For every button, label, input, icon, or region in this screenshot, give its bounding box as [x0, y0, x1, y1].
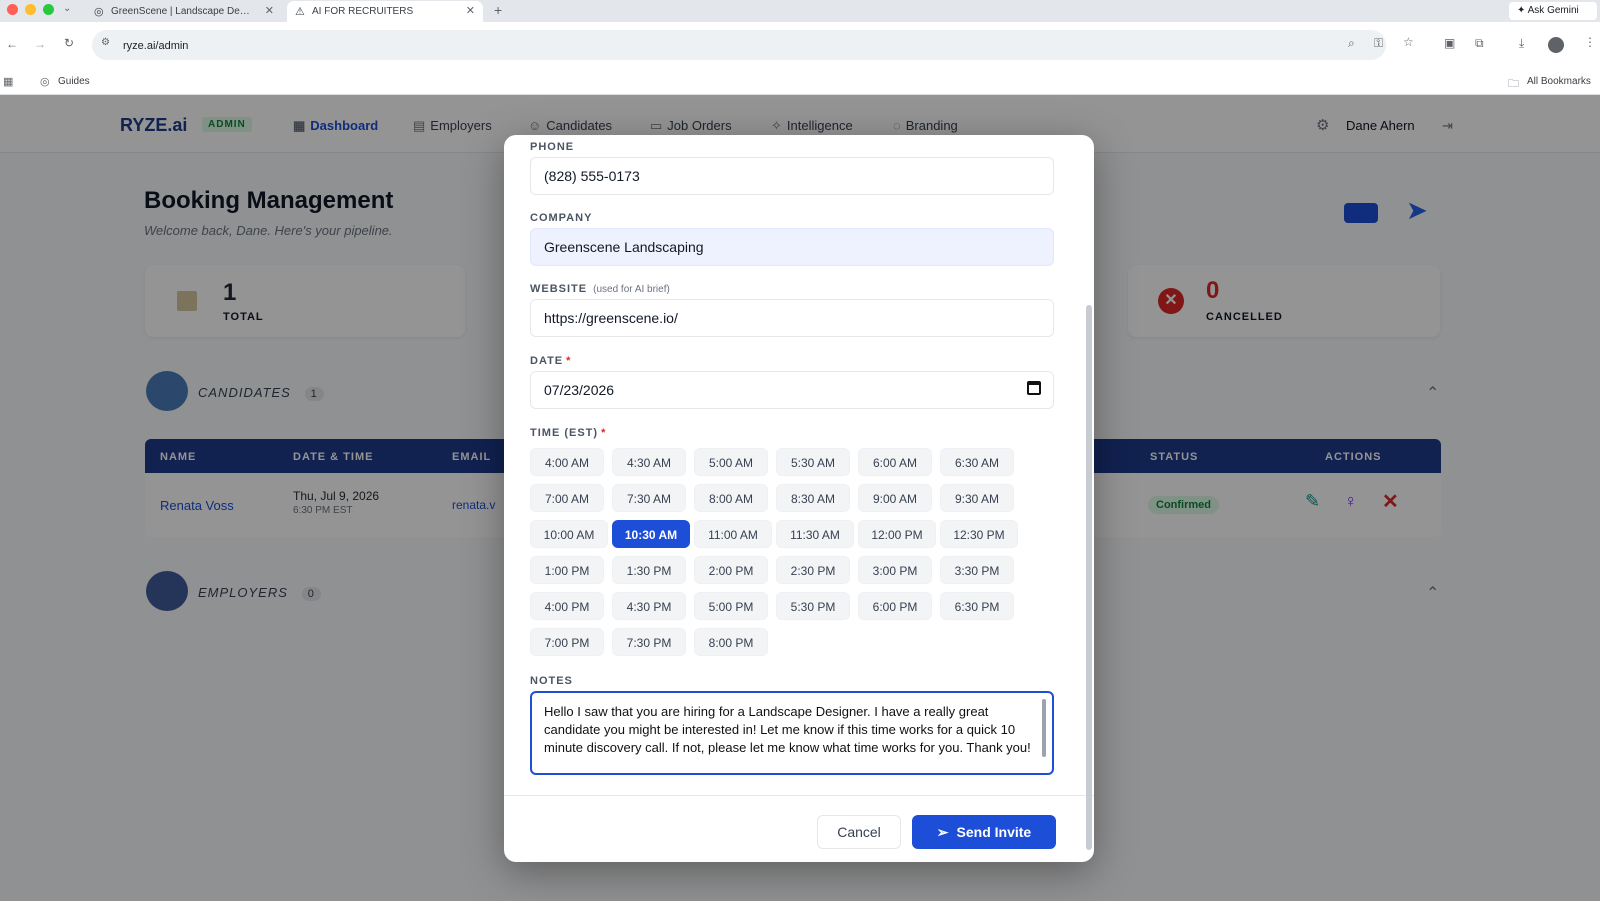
time-slot[interactable]: 9:00 AM [858, 484, 932, 512]
phone-label: PHONE [530, 141, 575, 153]
time-slot[interactable]: 1:30 PM [612, 556, 686, 584]
browser-tab-bar: ⌄ ◎ GreenScene | Landscape De… ✕ ⚠ AI FO… [0, 0, 1600, 22]
time-slot[interactable]: 2:30 PM [776, 556, 850, 584]
modal-scrollbar[interactable] [1086, 305, 1092, 850]
puzzle-extensions-icon[interactable]: ⧉ [1475, 36, 1484, 51]
required-marker: * [566, 355, 572, 367]
company-label: COMPANY [530, 212, 593, 224]
bookmark-star-icon[interactable]: ☆ [1403, 35, 1414, 49]
time-slot-selected[interactable]: 10:30 AM [612, 520, 690, 548]
time-label: TIME (EST) * [530, 427, 606, 439]
date-value: 07/23/2026 [544, 382, 615, 398]
time-slot[interactable]: 4:30 AM [612, 448, 686, 476]
tab-title: AI FOR RECRUITERS [312, 6, 414, 17]
time-slot[interactable]: 8:30 AM [776, 484, 850, 512]
website-hint: (used for AI brief) [593, 284, 670, 295]
time-slot[interactable]: 5:00 PM [694, 592, 768, 620]
calendar-icon[interactable] [1027, 381, 1041, 395]
time-slot[interactable]: 8:00 PM [694, 628, 768, 656]
time-slot[interactable]: 5:30 AM [776, 448, 850, 476]
website-label: WEBSITE (used for AI brief) [530, 283, 670, 295]
site-info-icon[interactable]: ⚙ [101, 37, 110, 48]
time-slot[interactable]: 5:30 PM [776, 592, 850, 620]
close-window-icon[interactable] [7, 4, 18, 15]
time-slot[interactable]: 12:00 PM [858, 520, 936, 548]
ask-gemini-label: Ask Gemini [1527, 5, 1579, 16]
send-invite-label: Send Invite [956, 824, 1032, 840]
time-slot[interactable]: 7:30 AM [612, 484, 686, 512]
ask-gemini-button[interactable]: ✦ Ask Gemini [1509, 2, 1597, 20]
close-tab-icon[interactable]: ✕ [265, 4, 274, 17]
password-key-icon[interactable]: ⚿ [1374, 36, 1383, 51]
forward-icon[interactable]: → [34, 37, 46, 51]
back-icon[interactable]: ← [6, 37, 18, 51]
time-slot[interactable]: 11:30 AM [776, 520, 854, 548]
time-slot[interactable]: 3:30 PM [940, 556, 1014, 584]
download-icon[interactable]: ⤓ [1519, 36, 1524, 51]
time-slot[interactable]: 5:00 AM [694, 448, 768, 476]
maximize-window-icon[interactable] [43, 4, 54, 15]
time-slot[interactable]: 3:00 PM [858, 556, 932, 584]
time-slot[interactable]: 4:30 PM [612, 592, 686, 620]
warning-icon: ⚠ [295, 6, 305, 18]
time-slot[interactable]: 6:00 PM [858, 592, 932, 620]
time-slot[interactable]: 6:30 PM [940, 592, 1014, 620]
tab-title: GreenScene | Landscape De… [111, 6, 250, 17]
time-slot[interactable]: 7:00 PM [530, 628, 604, 656]
cancel-button[interactable]: Cancel [817, 815, 901, 849]
profile-avatar[interactable] [1548, 37, 1564, 53]
tab-list-chevron-icon[interactable]: ⌄ [63, 3, 71, 14]
folder-icon: 🗀 [1508, 78, 1519, 90]
time-slot[interactable]: 6:30 AM [940, 448, 1014, 476]
notes-label: NOTES [530, 675, 573, 687]
time-slot[interactable]: 2:00 PM [694, 556, 768, 584]
new-tab-icon[interactable]: + [494, 2, 502, 18]
send-invite-modal: PHONE (828) 555-0173 COMPANY Greenscene … [504, 135, 1094, 862]
reload-icon[interactable]: ↻ [64, 36, 74, 50]
modal-footer-divider [504, 795, 1094, 796]
time-slot[interactable]: 8:00 AM [694, 484, 768, 512]
sparkle-icon: ✦ [1517, 5, 1526, 16]
company-field[interactable]: Greenscene Landscaping [530, 228, 1054, 266]
date-field[interactable]: 07/23/2026 [530, 371, 1054, 409]
notes-textarea[interactable]: Hello I saw that you are hiring for a La… [530, 691, 1054, 775]
time-label-text: TIME (EST) [530, 427, 599, 439]
time-slot[interactable]: 1:00 PM [530, 556, 604, 584]
phone-field[interactable]: (828) 555-0173 [530, 157, 1054, 195]
notes-scrollbar[interactable] [1042, 699, 1046, 757]
date-label-text: DATE [530, 355, 564, 367]
website-field[interactable]: https://greenscene.io/ [530, 299, 1054, 337]
time-slot[interactable]: 10:00 AM [530, 520, 608, 548]
url-field[interactable] [92, 30, 1386, 60]
extension-icon[interactable]: ▣ [1444, 36, 1455, 50]
bookmark-guides[interactable]: Guides [58, 76, 90, 87]
browser-tab-greenscene[interactable]: ◎ GreenScene | Landscape De… ✕ [86, 1, 282, 22]
time-slot[interactable]: 7:00 AM [530, 484, 604, 512]
browser-tab-ai-recruiters[interactable]: ⚠ AI FOR RECRUITERS ✕ [287, 1, 483, 22]
send-icon: ➢ [936, 824, 949, 840]
bookmarks-bar: ▦ ◎ Guides 🗀 All Bookmarks [0, 70, 1600, 95]
time-slot[interactable]: 11:00 AM [694, 520, 772, 548]
notes-text: Hello I saw that you are hiring for a La… [544, 704, 1031, 755]
date-label: DATE * [530, 355, 571, 367]
time-slot[interactable]: 4:00 AM [530, 448, 604, 476]
minimize-window-icon[interactable] [25, 4, 36, 15]
time-slot[interactable]: 6:00 AM [858, 448, 932, 476]
apps-grid-icon[interactable]: ▦ [3, 75, 13, 88]
all-bookmarks-link[interactable]: All Bookmarks [1527, 76, 1591, 87]
address-bar-row: ← → ↻ ⚙ ⌕ ⚿ ☆ ▣ ⧉ ⤓ ⋮ [0, 22, 1600, 70]
time-slot[interactable]: 7:30 PM [612, 628, 686, 656]
globe-icon: ◎ [94, 6, 104, 18]
close-tab-icon[interactable]: ✕ [466, 4, 475, 17]
menu-dots-icon[interactable]: ⋮ [1584, 35, 1596, 49]
time-slot[interactable]: 9:30 AM [940, 484, 1014, 512]
time-slot[interactable]: 4:00 PM [530, 592, 604, 620]
zoom-icon[interactable]: ⌕ [1348, 36, 1355, 51]
send-invite-button[interactable]: ➢ Send Invite [912, 815, 1056, 849]
url-text: ryze.ai/admin [123, 40, 189, 52]
website-label-text: WEBSITE [530, 283, 588, 295]
required-marker: * [601, 427, 607, 439]
guides-icon: ◎ [40, 76, 50, 88]
time-slot[interactable]: 12:30 PM [940, 520, 1018, 548]
